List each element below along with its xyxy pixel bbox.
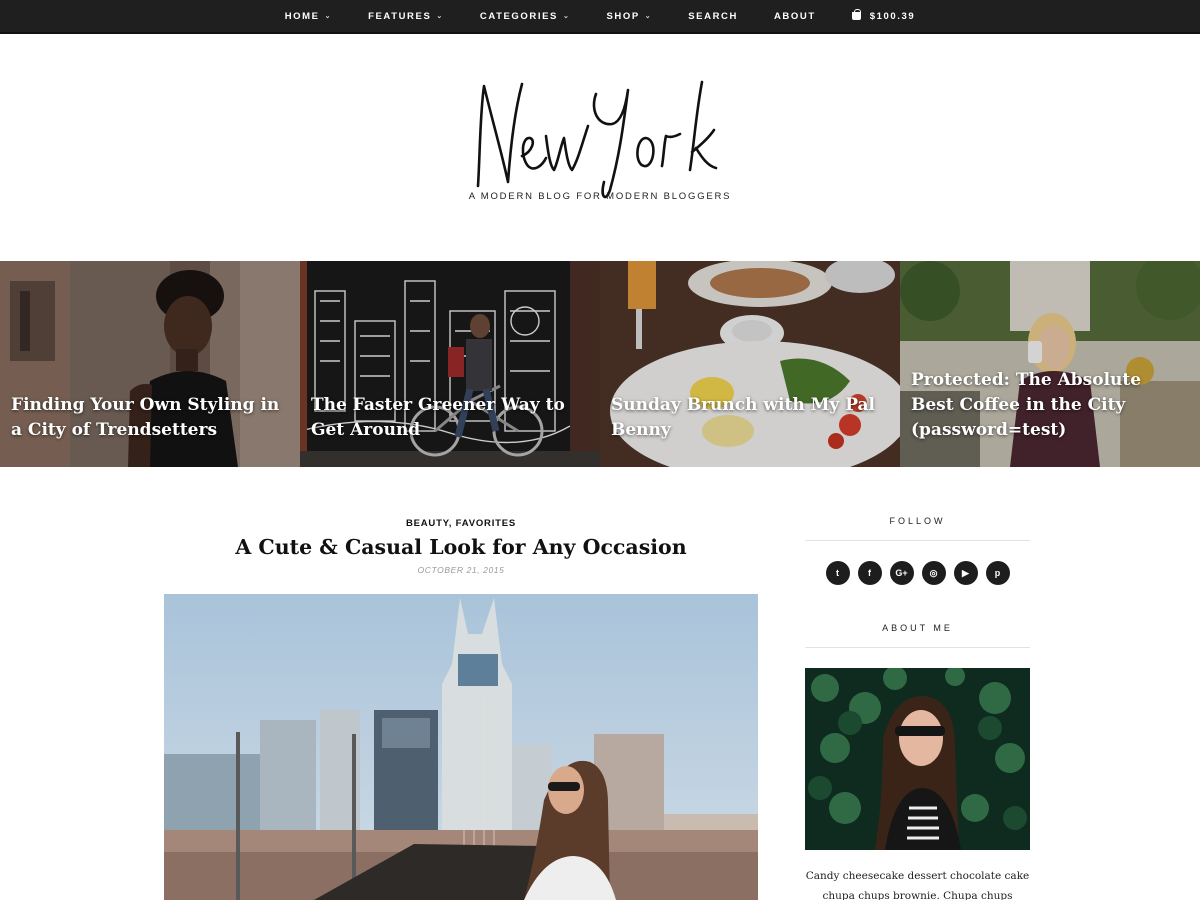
nav-item-about[interactable]: ABOUT xyxy=(756,11,834,22)
post-image-city xyxy=(164,594,758,900)
chevron-down-icon: ⌄ xyxy=(324,13,333,20)
post-title[interactable]: A Cute & Casual Look for Any Occasion xyxy=(164,535,758,559)
nav-label: HOME xyxy=(284,10,320,22)
nav-label: FEATURES xyxy=(368,10,432,22)
site-logo[interactable] xyxy=(440,74,760,204)
nav-label: SEARCH xyxy=(688,10,738,22)
facebook-icon[interactable]: f xyxy=(857,561,882,585)
slide-sunday-brunch[interactable]: Sunday Brunch with My Pal Benny xyxy=(600,261,900,467)
site-header: A MODERN BLOG FOR MODERN BLOGGERS xyxy=(0,34,1200,260)
slide-title: Protected: The Absolute Best Coffee in t… xyxy=(911,370,1142,440)
nav-item-search[interactable]: SEARCH xyxy=(670,11,756,22)
post-categories: BEAUTY, FAVORITES xyxy=(164,518,758,529)
nav-label: ABOUT xyxy=(773,10,816,22)
site-tagline: A MODERN BLOG FOR MODERN BLOGGERS xyxy=(468,191,732,202)
slide-best-coffee-protected[interactable]: Protected: The Absolute Best Coffee in t… xyxy=(900,261,1200,467)
cart-total: $100.39 xyxy=(869,10,916,22)
about-me-heading: ABOUT ME xyxy=(882,623,953,633)
category-link-beauty[interactable]: BEAUTY xyxy=(406,518,449,529)
nav-label: SHOP xyxy=(606,10,640,22)
category-separator: , xyxy=(448,518,456,529)
about-image xyxy=(805,668,1030,850)
nav-item-features[interactable]: FEATURES ⌄ xyxy=(350,11,462,22)
shopping-bag-icon xyxy=(851,9,861,20)
about-divider xyxy=(805,647,1030,648)
about-me-photo xyxy=(805,668,1030,850)
slide-finding-your-own-styling[interactable]: Finding Your Own Styling in a City of Tr… xyxy=(0,261,300,467)
slide-title: Sunday Brunch with My Pal Benny xyxy=(611,395,876,440)
follow-heading: FOLLOW xyxy=(889,516,946,526)
nav-label: CATEGORIES xyxy=(479,10,558,22)
google-plus-icon[interactable]: G+ xyxy=(889,561,914,585)
twitter-icon[interactable]: t xyxy=(825,561,850,585)
chevron-down-icon: ⌄ xyxy=(562,13,571,20)
pinterest-icon[interactable]: p xyxy=(985,561,1010,585)
follow-divider xyxy=(805,540,1030,541)
instagram-icon[interactable]: ◎ xyxy=(921,561,946,585)
nav-item-home[interactable]: HOME ⌄ xyxy=(267,11,350,22)
top-navigation: HOME ⌄ FEATURES ⌄ CATEGORIES ⌄ SHOP ⌄ SEARCH… xyxy=(0,0,1200,34)
slide-title: The Faster Greener Way to Get Around xyxy=(311,395,565,440)
chevron-down-icon: ⌄ xyxy=(436,13,444,20)
slide-title: Finding Your Own Styling in a City of Tr… xyxy=(11,395,280,440)
featured-slider: Finding Your Own Styling in a City of Tr… xyxy=(0,261,1200,467)
category-link-favorites[interactable]: FAVORITES xyxy=(456,518,516,529)
nav-item-shop[interactable]: SHOP ⌄ xyxy=(588,11,670,22)
post-date: OCTOBER 21, 2015 xyxy=(417,565,505,575)
youtube-icon[interactable]: ▶ xyxy=(953,561,978,585)
chevron-down-icon: ⌄ xyxy=(644,13,653,20)
nav-item-categories[interactable]: CATEGORIES ⌄ xyxy=(462,11,589,22)
post-featured-image[interactable] xyxy=(164,594,758,900)
slide-faster-greener-way[interactable]: The Faster Greener Way to Get Around xyxy=(300,261,600,467)
nav-item-cart[interactable]: $100.39 xyxy=(834,9,934,22)
social-icons: t f G+ ◎ ▶ p xyxy=(805,561,1030,585)
about-me-text: Candy cheesecake dessert chocolate cake … xyxy=(805,870,1030,900)
